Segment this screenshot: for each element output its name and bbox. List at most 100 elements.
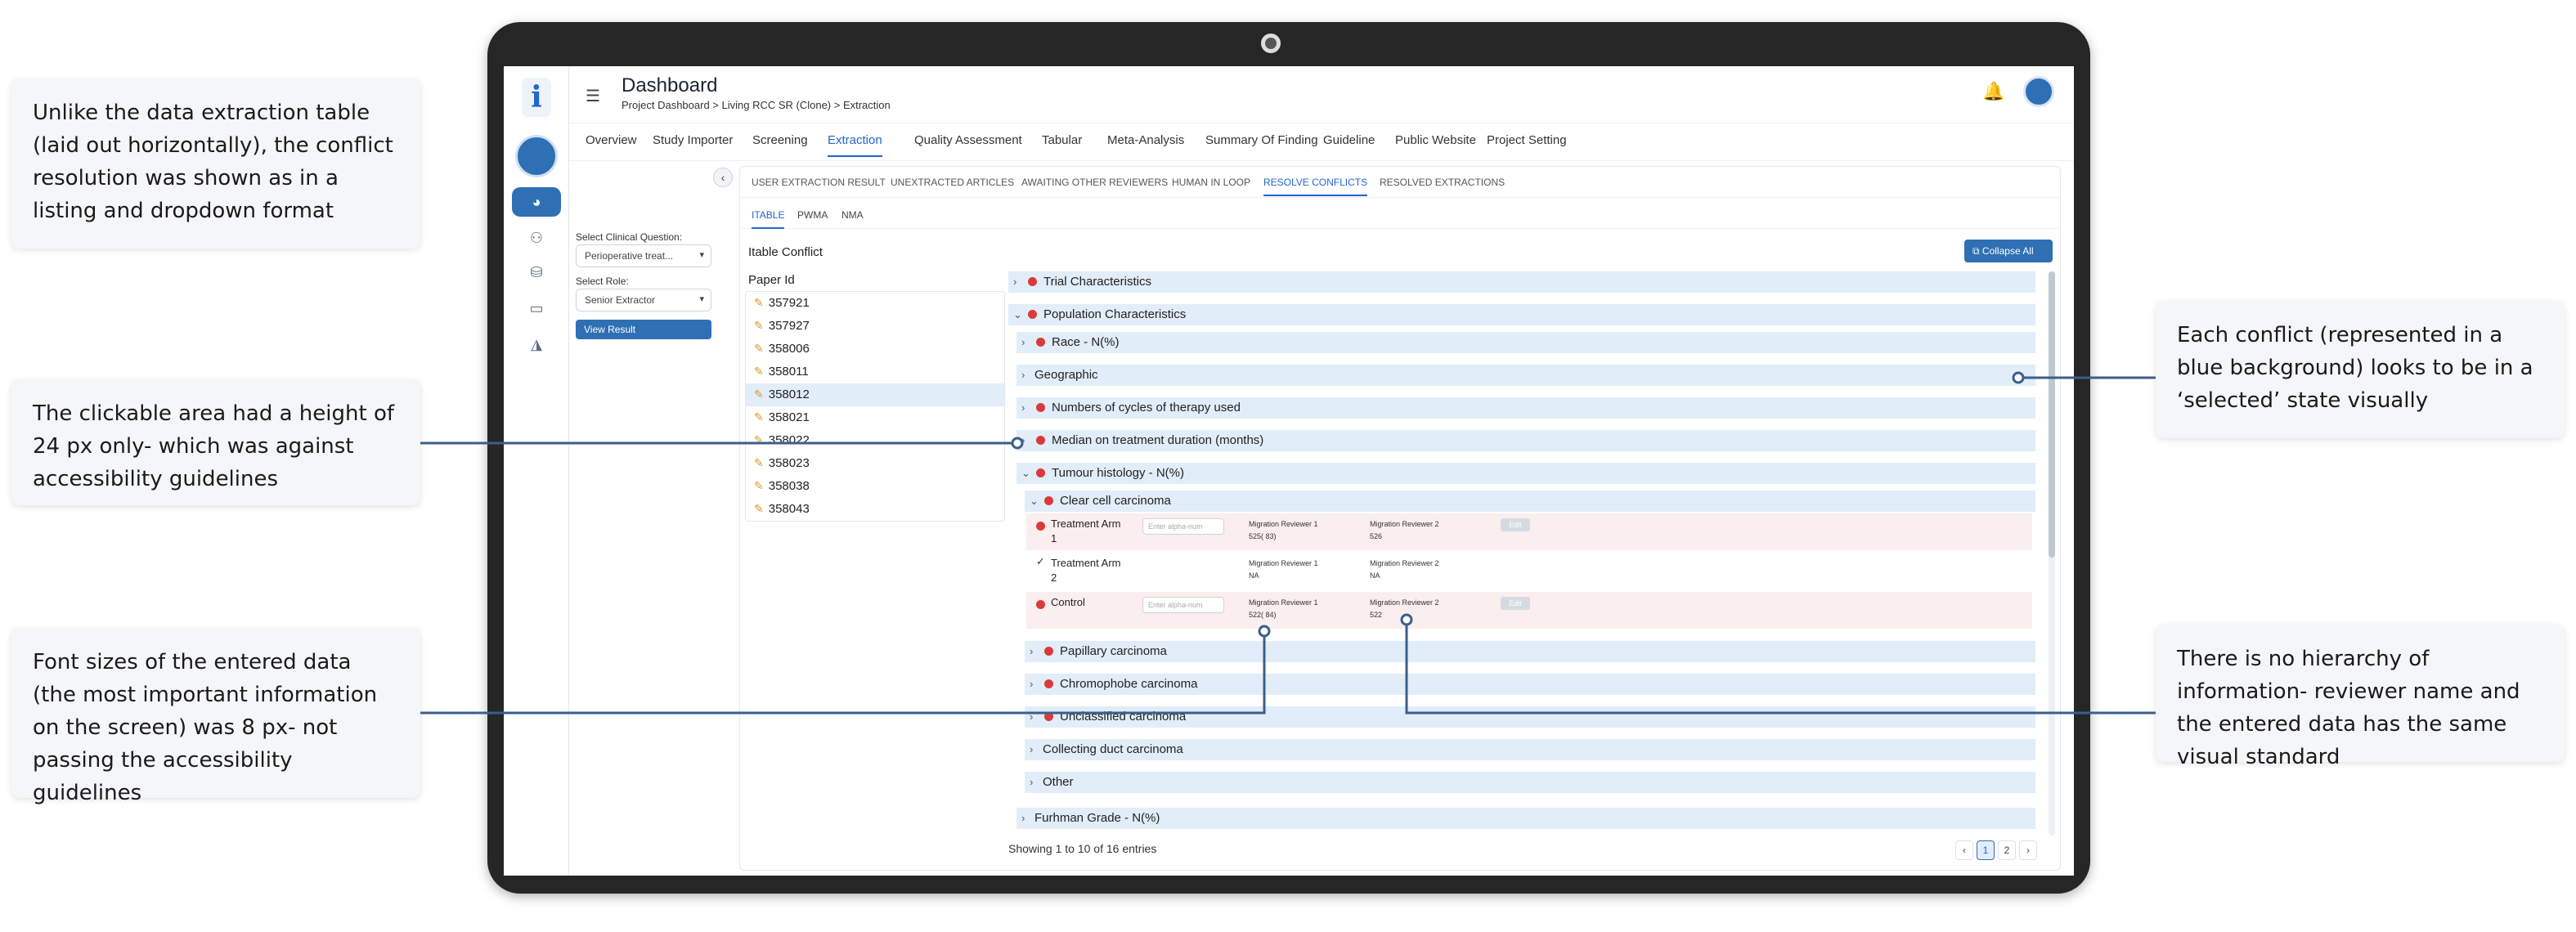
user-avatar[interactable] bbox=[2023, 76, 2054, 107]
tab-study-importer[interactable]: Study Importer bbox=[653, 133, 733, 155]
edit-icon[interactable]: ✎ bbox=[754, 296, 764, 309]
subtab-resolved-extractions[interactable]: RESOLVED EXTRACTIONS bbox=[1380, 177, 1505, 195]
tab-screening[interactable]: Screening bbox=[752, 133, 808, 155]
pager-page-1[interactable]: 1 bbox=[1977, 840, 1995, 860]
chevron-right-icon[interactable]: › bbox=[1021, 812, 1034, 824]
subtab-resolve-conflicts[interactable]: RESOLVE CONFLICTS bbox=[1263, 177, 1368, 196]
error-icon bbox=[1036, 403, 1045, 412]
collapse-all-button[interactable]: ⧉ Collapse All bbox=[1964, 240, 2053, 262]
role-value: Senior Extractor bbox=[585, 294, 656, 306]
edit-icon[interactable]: ✎ bbox=[754, 479, 764, 492]
paper-id-item[interactable]: ✎ 358023 bbox=[746, 452, 1004, 475]
conflict-row[interactable]: › Numbers of cycles of therapy used bbox=[1016, 397, 2035, 419]
rail-avatar[interactable] bbox=[515, 135, 558, 177]
arm-value-input[interactable]: Enter alpha-num bbox=[1142, 597, 1224, 613]
chevron-down-icon[interactable]: ⌄ bbox=[1030, 495, 1043, 508]
breadcrumb[interactable]: Project Dashboard > Living RCC SR (Clone… bbox=[622, 99, 891, 111]
chevron-right-icon[interactable]: › bbox=[1030, 710, 1043, 723]
tab-quality-assessment[interactable]: Quality Assessment bbox=[914, 133, 1022, 155]
conflict-row[interactable]: › Geographic bbox=[1016, 365, 2035, 386]
chevron-right-icon[interactable]: › bbox=[1030, 645, 1043, 657]
edit-icon[interactable]: ✎ bbox=[754, 342, 764, 355]
scrollbar-thumb[interactable] bbox=[2049, 271, 2055, 558]
edit-icon[interactable]: ✎ bbox=[754, 456, 764, 469]
paper-id-item[interactable]: ✎ 358006 bbox=[746, 338, 1004, 361]
arm-value-input[interactable]: Enter alpha-num bbox=[1142, 518, 1224, 535]
conflict-row[interactable]: ⌄ Clear cell carcinoma bbox=[1025, 491, 2035, 512]
conflict-row[interactable]: › Trial Characteristics bbox=[1008, 271, 2035, 293]
tab-guideline[interactable]: Guideline bbox=[1323, 133, 1375, 155]
tab-meta-analysis[interactable]: Meta-Analysis bbox=[1107, 133, 1184, 155]
app-logo[interactable]: i bbox=[522, 78, 551, 117]
conflict-label: Unclassified carcinoma bbox=[1060, 710, 1187, 724]
conflict-row[interactable]: › Other bbox=[1025, 772, 2035, 793]
chevron-down-icon[interactable]: ⌄ bbox=[1013, 308, 1026, 321]
paper-id-item[interactable]: ✎ 357927 bbox=[746, 315, 1004, 338]
bell-icon[interactable]: 🔔 bbox=[1982, 81, 2004, 102]
edit-icon[interactable]: ✎ bbox=[754, 388, 764, 401]
question-select[interactable]: Perioperative treat... ▾ bbox=[576, 244, 711, 267]
chevron-right-icon[interactable]: › bbox=[1030, 678, 1043, 690]
tab-itable[interactable]: ITABLE bbox=[752, 209, 785, 229]
conflict-row[interactable]: ⌄ Tumour histology - N(%) bbox=[1016, 463, 2035, 484]
subtab-user-extraction-result[interactable]: USER EXTRACTION RESULT bbox=[752, 177, 886, 195]
tab-overview[interactable]: Overview bbox=[586, 133, 637, 155]
conflict-row[interactable]: › Median on treatment duration (months) bbox=[1016, 430, 2035, 451]
role-label: Select Role: bbox=[576, 276, 629, 287]
chevron-right-icon[interactable]: › bbox=[1030, 776, 1043, 788]
chevron-right-icon[interactable]: › bbox=[1021, 336, 1034, 348]
database-icon[interactable]: ⛁ bbox=[512, 258, 561, 287]
view-result-button[interactable]: View Result bbox=[576, 320, 711, 339]
pager-prev[interactable]: ‹ bbox=[1955, 840, 1973, 860]
monitor-icon[interactable]: ▭ bbox=[512, 293, 561, 323]
paper-id-item[interactable]: ✎ 357921 bbox=[746, 292, 1004, 315]
edit-icon[interactable]: ✎ bbox=[754, 433, 764, 446]
users-icon[interactable]: ⚇ bbox=[512, 223, 561, 253]
paper-id-item[interactable]: ✎ 358021 bbox=[746, 406, 1004, 429]
edit-button[interactable]: Edit bbox=[1501, 597, 1530, 610]
chevron-right-icon[interactable]: › bbox=[1021, 369, 1034, 381]
tab-summary-of-finding[interactable]: Summary Of Finding bbox=[1205, 133, 1318, 155]
conflict-row[interactable]: › Furhman Grade - N(%) bbox=[1016, 808, 2035, 829]
chevron-down-icon[interactable]: ⌄ bbox=[1021, 467, 1034, 480]
tab-pwma[interactable]: PWMA bbox=[797, 209, 828, 227]
chevron-right-icon[interactable]: › bbox=[1021, 434, 1034, 446]
edit-icon[interactable]: ✎ bbox=[754, 319, 764, 332]
conflict-row[interactable]: › Race - N(%) bbox=[1016, 332, 2035, 353]
subtab-human-in-loop[interactable]: HUMAN IN LOOP bbox=[1172, 177, 1250, 195]
conflict-row[interactable]: ⌄ Population Characteristics bbox=[1008, 304, 2035, 325]
chevron-right-icon[interactable]: › bbox=[1030, 743, 1043, 755]
chevron-right-icon[interactable]: › bbox=[1013, 276, 1026, 288]
page-title: Dashboard bbox=[622, 74, 718, 96]
edit-button[interactable]: Edit bbox=[1501, 518, 1530, 531]
paper-id-item[interactable]: ✎ 358012 bbox=[746, 383, 1004, 406]
chevron-right-icon[interactable]: › bbox=[1021, 401, 1034, 414]
paper-id-item[interactable]: ✎ 358011 bbox=[746, 361, 1004, 383]
collapse-panel-button[interactable]: ‹ bbox=[713, 168, 733, 187]
dashboard-icon[interactable]: ◕ bbox=[512, 187, 561, 217]
menu-icon[interactable]: ☰ bbox=[586, 86, 600, 106]
paper-id-item[interactable]: ✎ 358043 bbox=[746, 498, 1004, 521]
tab-tabular[interactable]: Tabular bbox=[1042, 133, 1082, 155]
pager-page-2[interactable]: 2 bbox=[1998, 840, 2016, 860]
conflict-label: Trial Characteristics bbox=[1043, 275, 1151, 289]
subtab-unextracted-articles[interactable]: UNEXTRACTED ARTICLES bbox=[891, 177, 1014, 195]
conflict-row[interactable]: › Unclassified carcinoma bbox=[1025, 706, 2035, 728]
tab-nma[interactable]: NMA bbox=[841, 209, 864, 227]
megaphone-icon[interactable]: ◮ bbox=[512, 329, 561, 359]
pager-next[interactable]: › bbox=[2019, 840, 2037, 860]
tab-project-setting[interactable]: Project Setting bbox=[1487, 133, 1567, 155]
subtab-awaiting-other-reviewers[interactable]: AWAITING OTHER REVIEWERS bbox=[1021, 177, 1168, 195]
edit-icon[interactable]: ✎ bbox=[754, 365, 764, 378]
edit-icon[interactable]: ✎ bbox=[754, 410, 764, 423]
paper-id-item[interactable]: ✎ 358022 bbox=[746, 429, 1004, 452]
conflict-row[interactable]: › Collecting duct carcinoma bbox=[1025, 739, 2035, 760]
tab-extraction[interactable]: Extraction bbox=[828, 133, 882, 157]
role-select[interactable]: Senior Extractor ▾ bbox=[576, 289, 711, 311]
tab-public-website[interactable]: Public Website bbox=[1395, 133, 1476, 155]
edit-icon[interactable]: ✎ bbox=[754, 502, 764, 515]
conflict-scrollbar[interactable] bbox=[2049, 271, 2055, 836]
conflict-row[interactable]: › Chromophobe carcinoma bbox=[1025, 674, 2035, 695]
paper-id-item[interactable]: ✎ 358038 bbox=[746, 475, 1004, 498]
conflict-row[interactable]: › Papillary carcinoma bbox=[1025, 641, 2035, 662]
